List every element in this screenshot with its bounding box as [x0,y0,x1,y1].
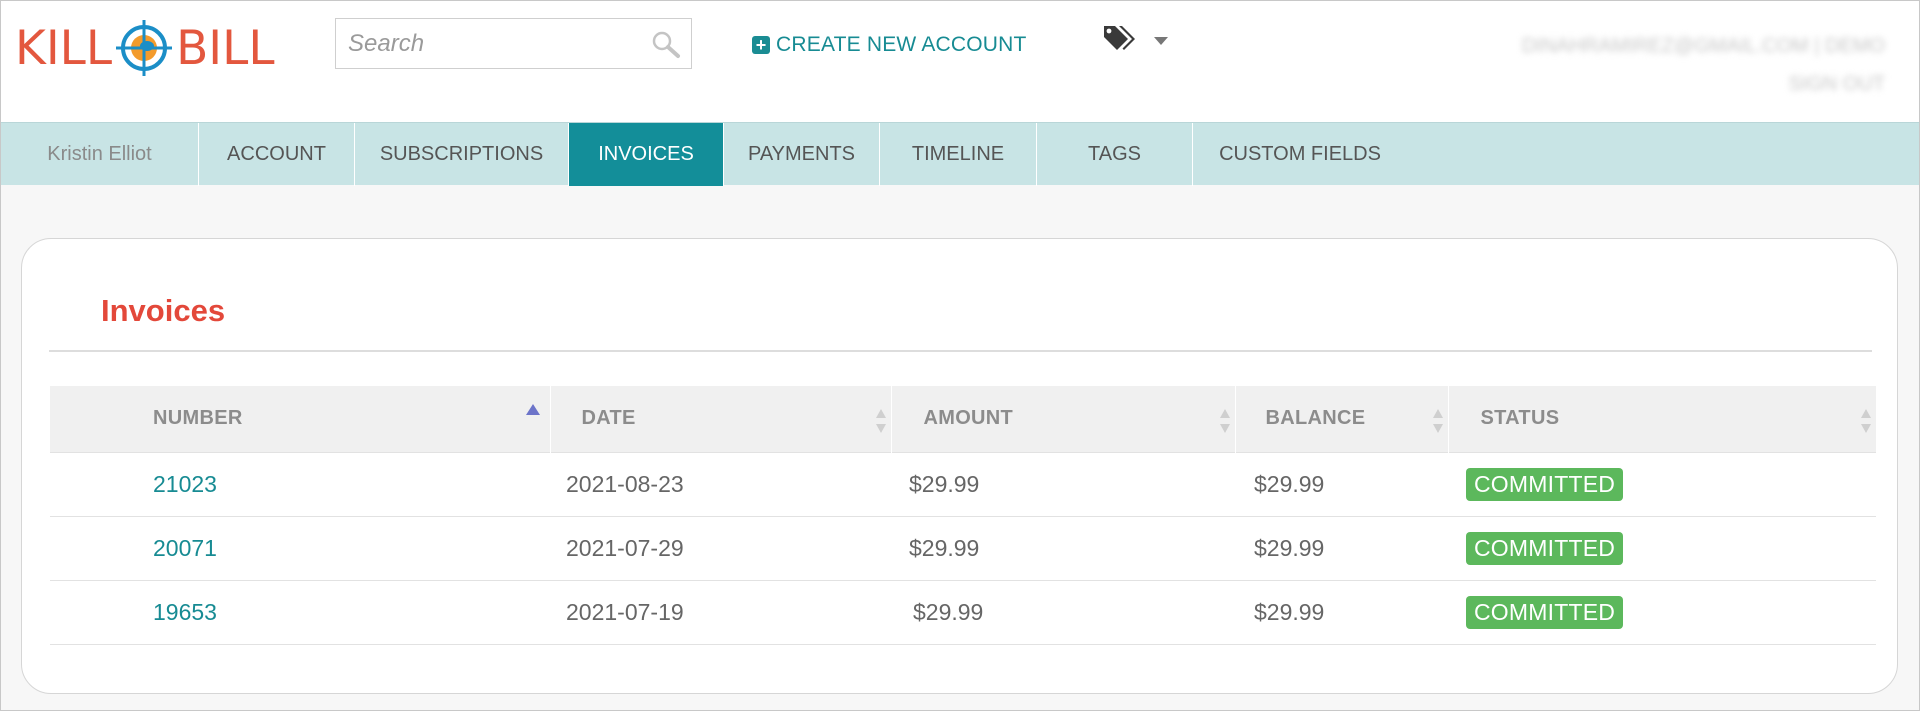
nav-customer-name[interactable]: Kristin Elliot [1,123,199,186]
account-nav: Kristin Elliot ACCOUNT SUBSCRIPTIONS INV… [1,122,1919,186]
invoice-amount: $29.99 [891,451,1235,516]
column-header-status[interactable]: STATUS [1448,386,1876,452]
search-icon[interactable] [651,30,681,60]
tags-icon [1104,26,1135,50]
tab-timeline[interactable]: TIMELINE [880,123,1037,186]
tab-subscriptions[interactable]: SUBSCRIPTIONS [355,123,569,186]
column-header-date[interactable]: DATE [550,386,892,452]
title-divider [49,350,1872,352]
invoice-number-link[interactable]: 20071 [153,535,217,561]
status-badge: COMMITTED [1466,595,1624,629]
logo-text-left: KILL [15,20,113,76]
logo-text-right: BILL [176,20,275,76]
user-email: DINAHRAMIREZ@GMAIL.COM | DEMO [1521,35,1885,57]
tags-dropdown[interactable] [1102,23,1168,55]
status-badge: COMMITTED [1466,467,1624,501]
column-header-balance[interactable]: BALANCE [1235,386,1449,452]
search-box [335,18,692,69]
column-header-status-label: STATUS [1480,407,1560,430]
invoice-amount: $29.99 [891,579,1235,645]
status-badge: COMMITTED [1466,531,1624,565]
tab-custom-fields[interactable]: CUSTOM FIELDS [1193,123,1407,186]
app-header: KILL BILL + CREATE NEW ACCOUNT DINAHRAMI… [1,1,1919,122]
invoice-balance: $29.99 [1235,579,1448,645]
logo-crosshair-icon [116,20,173,76]
column-header-number[interactable]: NUMBER [50,386,551,452]
killbill-logo[interactable]: KILL BILL [15,13,277,83]
table-header-row: NUMBER DATE AMOUNT BALANCE STATUS [50,386,1876,452]
page-title: Invoices [101,293,226,328]
invoice-date: 2021-07-19 [550,579,891,645]
search-input[interactable] [336,19,636,68]
table-row: 19653 2021-07-19 $29.99 $29.99 COMMITTED [50,579,1876,645]
invoices-table: NUMBER DATE AMOUNT BALANCE STATUS 21023 … [50,386,1876,645]
sort-both-icon [875,409,886,433]
invoice-number-link[interactable]: 19653 [153,599,217,625]
invoice-number-link[interactable]: 21023 [153,471,217,497]
invoice-date: 2021-07-29 [550,515,891,580]
sign-out-link[interactable]: SIGN OUT [1522,65,1885,103]
create-new-account-label: CREATE NEW ACCOUNT [776,33,1027,56]
column-header-number-label: NUMBER [153,407,243,430]
column-header-balance-label: BALANCE [1265,407,1366,430]
tab-invoices[interactable]: INVOICES [569,123,724,186]
column-header-date-label: DATE [581,407,636,430]
sort-ascending-icon [525,404,540,415]
invoice-date: 2021-08-23 [550,451,891,516]
column-header-amount-label: AMOUNT [923,407,1014,430]
tab-payments[interactable]: PAYMENTS [724,123,880,186]
invoice-balance: $29.99 [1235,515,1448,580]
table-row: 20071 2021-07-29 $29.99 $29.99 COMMITTED [50,515,1876,580]
tab-account[interactable]: ACCOUNT [199,123,355,186]
tab-tags[interactable]: TAGS [1037,123,1193,186]
column-header-amount[interactable]: AMOUNT [891,386,1236,452]
caret-down-icon [1154,37,1168,45]
user-info[interactable]: DINAHRAMIREZ@GMAIL.COM | DEMO SIGN OUT [1522,27,1885,103]
sort-both-icon [1861,409,1871,433]
sort-both-icon [1432,409,1443,433]
table-row: 21023 2021-08-23 $29.99 $29.99 COMMITTED [50,451,1876,516]
invoice-amount: $29.99 [891,515,1235,580]
create-new-account-button[interactable]: + CREATE NEW ACCOUNT [752,31,1027,59]
invoices-panel: Invoices NUMBER DATE AMOUNT BALANCE STAT… [21,238,1898,694]
sort-both-icon [1219,409,1230,433]
invoice-balance: $29.99 [1235,451,1448,516]
plus-square-icon: + [752,36,770,54]
